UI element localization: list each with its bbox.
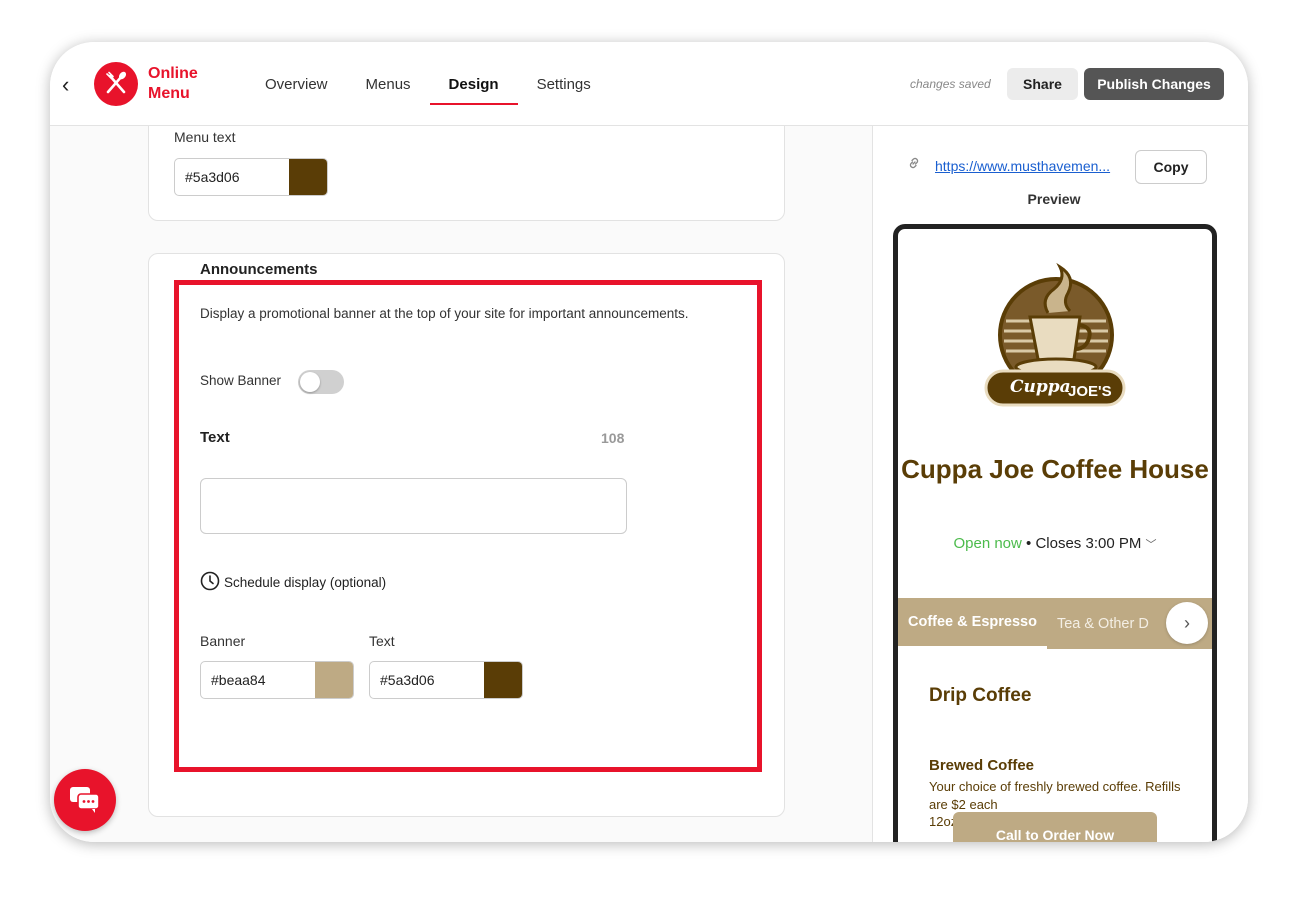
tab-menus[interactable]: Menus (347, 42, 430, 126)
banner-text-label: Text (200, 429, 230, 446)
brand-name[interactable]: Online Menu (148, 64, 198, 104)
menu-item-description: Your choice of freshly brewed coffee. Re… (929, 779, 1181, 812)
announcements-description: Display a promotional banner at the top … (200, 306, 689, 321)
banner-text-input[interactable] (200, 478, 627, 534)
category-tab-coffee[interactable]: Coffee & Espresso (898, 598, 1047, 649)
text-color-field[interactable]: #5a3d06 (369, 661, 523, 699)
menu-item-name[interactable]: Brewed Coffee (929, 757, 1034, 774)
main-nav: Overview Menus Design Settings (246, 42, 610, 126)
design-editor-panel: Menu text #5a3d06 Announcements Display … (50, 126, 872, 842)
share-button[interactable]: Share (1007, 68, 1078, 100)
publish-changes-button[interactable]: Publish Changes (1084, 68, 1224, 100)
call-to-order-button[interactable]: Call to Order Now (953, 812, 1157, 842)
link-icon (907, 156, 921, 173)
cuppa-joes-logo: Cuppa JOE'S (984, 259, 1128, 415)
preview-label: Preview (1027, 191, 1081, 207)
schedule-display-link[interactable]: Schedule display (optional) (200, 571, 386, 594)
text-color-swatch[interactable] (484, 662, 522, 698)
save-status: changes saved (910, 77, 991, 91)
banner-color-field[interactable]: #beaa84 (200, 661, 354, 699)
tab-design[interactable]: Design (429, 42, 518, 126)
site-url-link[interactable]: https://www.musthavemen... (935, 158, 1127, 174)
toggle-knob (300, 372, 320, 392)
brand-line-2: Menu (148, 85, 190, 102)
logo-word-joes: JOE'S (1068, 383, 1112, 400)
tab-settings[interactable]: Settings (518, 42, 610, 126)
category-tabs: Coffee & Espresso Tea & Other D › (898, 598, 1212, 649)
app-window: ‹ Online Menu Overview Menus Design Sett… (50, 42, 1248, 842)
back-chevron-icon[interactable]: ‹ (62, 72, 69, 98)
announcements-title: Announcements (200, 261, 318, 278)
hours-row[interactable]: Open now • Closes 3:00 PM ﹀ (898, 535, 1212, 552)
schedule-display-label: Schedule display (optional) (224, 575, 387, 590)
chat-bubbles-icon (70, 787, 100, 813)
open-status: Open now (953, 535, 1022, 552)
banner-color-input[interactable]: #beaa84 (201, 662, 315, 698)
logo-word-cuppa: Cuppa (1010, 377, 1071, 397)
top-header: ‹ Online Menu Overview Menus Design Sett… (50, 42, 1248, 126)
clock-icon (200, 571, 220, 594)
copy-url-button[interactable]: Copy (1135, 150, 1207, 184)
chevron-down-icon[interactable]: ﹀ (1146, 539, 1157, 551)
fork-knife-logo-icon (94, 62, 138, 106)
closing-time: Closes 3:00 PM (1035, 535, 1142, 552)
menu-text-color-input[interactable]: #5a3d06 (175, 159, 289, 195)
banner-color-label: Banner (200, 633, 246, 649)
chat-support-button[interactable] (54, 769, 116, 831)
show-banner-label: Show Banner (200, 373, 282, 388)
text-color-input[interactable]: #5a3d06 (370, 662, 484, 698)
char-count: 108 (601, 430, 625, 446)
tab-overview[interactable]: Overview (246, 42, 347, 126)
menu-text-color-swatch[interactable] (289, 159, 327, 195)
business-name: Cuppa Joe Coffee House (901, 454, 1209, 484)
banner-color-swatch[interactable] (315, 662, 353, 698)
phone-preview: Cuppa JOE'S Cuppa Joe Coffee House Open … (893, 224, 1217, 842)
menu-text-color-field[interactable]: #5a3d06 (174, 158, 328, 196)
chevron-right-icon[interactable]: › (1166, 602, 1208, 644)
text-color-label: Text (369, 633, 395, 649)
menu-text-label: Menu text (174, 129, 236, 145)
preview-panel: https://www.musthavemen... Copy Preview … (872, 126, 1248, 842)
brand-line-1: Online (148, 65, 198, 82)
category-tab-tea[interactable]: Tea & Other D (1047, 598, 1159, 649)
section-title: Drip Coffee (929, 685, 1032, 706)
show-banner-toggle[interactable] (298, 370, 344, 394)
